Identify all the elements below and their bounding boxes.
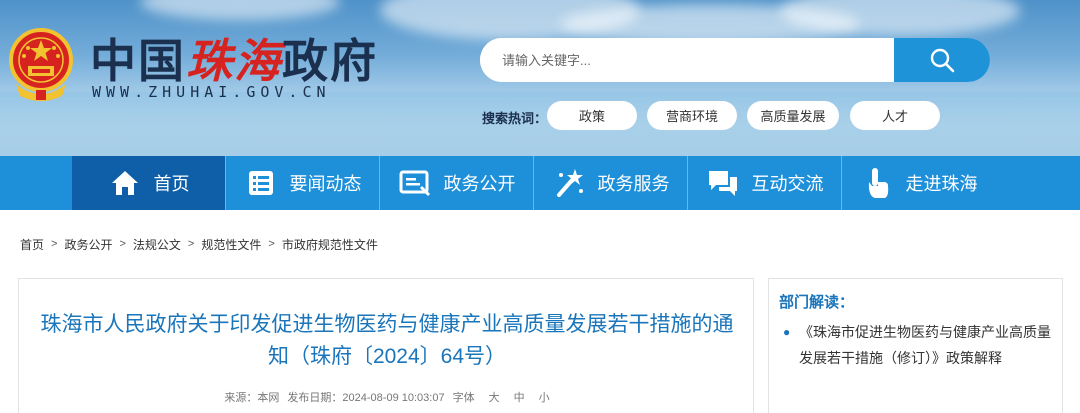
hot-word-tag[interactable]: 人才 bbox=[850, 101, 940, 130]
tap-hand-icon bbox=[860, 166, 894, 200]
article-meta: 来源：本网 发布日期：2024-08-09 10:03:07 字体 大 中 小 bbox=[19, 389, 755, 405]
search-button[interactable] bbox=[894, 38, 990, 82]
breadcrumb: 首页 > 政务公开 > 法规公文 > 规范性文件 > 市政府规范性文件 bbox=[20, 236, 378, 252]
news-list-icon bbox=[244, 166, 278, 200]
breadcrumb-link[interactable]: 市政府规范性文件 bbox=[282, 236, 378, 253]
article-date: 发布日期：2024-08-09 10:03:07 bbox=[287, 392, 445, 404]
site-url: WWW.ZHUHAI.GOV.CN bbox=[92, 83, 331, 101]
side-heading: 部门解读： bbox=[779, 294, 855, 311]
nav-item-news[interactable]: 要闻动态 bbox=[226, 156, 379, 210]
breadcrumb-link[interactable]: 首页 bbox=[20, 236, 44, 253]
nav-item-interaction[interactable]: 互动交流 bbox=[688, 156, 841, 210]
font-size-small-button[interactable]: 小 bbox=[539, 389, 550, 405]
national-emblem-icon bbox=[9, 28, 73, 101]
nav-item-label: 政务服务 bbox=[597, 174, 670, 194]
article-source: 来源：本网 bbox=[224, 392, 280, 404]
search-box bbox=[480, 38, 990, 82]
logo-text-part: 中国 bbox=[90, 34, 186, 88]
site-logo[interactable]: 中国 珠海 政府 bbox=[90, 30, 378, 88]
breadcrumb-separator: > bbox=[268, 238, 275, 250]
cloud-decoration bbox=[140, 0, 340, 20]
nav-item-services[interactable]: 政务服务 bbox=[534, 156, 687, 210]
hot-word-tag[interactable]: 政策 bbox=[547, 101, 637, 130]
article-title: 珠海市人民政府关于印发促进生物医药与健康产业高质量发展若干措施的通知（珠府〔20… bbox=[40, 313, 734, 368]
home-icon bbox=[108, 166, 142, 200]
font-size-medium-button[interactable]: 中 bbox=[514, 389, 525, 405]
breadcrumb-separator: > bbox=[119, 238, 126, 250]
interpretation-link[interactable]: ● 《珠海市促进生物医药与健康产业高质量发展若干措施（修订）》政策解释 bbox=[783, 319, 1051, 371]
search-input[interactable] bbox=[480, 38, 894, 82]
nav-item-explore-zhuhai[interactable]: 走进珠海 bbox=[842, 156, 995, 210]
interpretation-link-text: 《珠海市促进生物医药与健康产业高质量发展若干措施（修订）》政策解释 bbox=[799, 324, 1051, 366]
nav-item-home[interactable]: 首页 bbox=[72, 156, 225, 210]
bullet-icon: ● bbox=[783, 325, 791, 339]
nav-item-label: 互动交流 bbox=[751, 174, 824, 194]
site-header: 中国 珠海 政府 WWW.ZHUHAI.GOV.CN 搜索热词： 政策 营商环境… bbox=[0, 0, 1080, 156]
nav-item-label: 走进珠海 bbox=[905, 174, 978, 194]
logo-text-part: 政府 bbox=[282, 34, 378, 88]
chat-icon bbox=[706, 166, 740, 200]
nav-item-label: 要闻动态 bbox=[289, 174, 362, 194]
nav-item-public-affairs[interactable]: 政务公开 bbox=[380, 156, 533, 210]
breadcrumb-link[interactable]: 规范性文件 bbox=[201, 236, 261, 253]
font-size-large-button[interactable]: 大 bbox=[489, 389, 500, 405]
breadcrumb-link[interactable]: 政务公开 bbox=[64, 236, 112, 253]
hot-word-tag[interactable]: 营商环境 bbox=[647, 101, 737, 130]
breadcrumb-link[interactable]: 法规公文 bbox=[133, 236, 181, 253]
document-icon bbox=[398, 166, 432, 200]
logo-text-city: 珠海 bbox=[186, 34, 282, 88]
nav-item-label: 首页 bbox=[153, 174, 190, 194]
breadcrumb-separator: > bbox=[187, 238, 195, 250]
hot-word-tag[interactable]: 高质量发展 bbox=[747, 101, 839, 130]
main-navigation: 首页 要闻动态 政务公开 政务服务 互动交流 走进珠海 bbox=[0, 156, 1080, 210]
nav-item-label: 政务公开 bbox=[443, 174, 516, 194]
search-icon bbox=[930, 48, 955, 73]
font-size-label: 字体 bbox=[452, 392, 475, 404]
breadcrumb-separator: > bbox=[51, 238, 58, 250]
department-interpretation-panel: 部门解读： ● 《珠海市促进生物医药与健康产业高质量发展若干措施（修订）》政策解… bbox=[768, 278, 1063, 413]
hot-words-label: 搜索热词： bbox=[482, 111, 548, 126]
article-panel: 珠海市人民政府关于印发促进生物医药与健康产业高质量发展若干措施的通知（珠府〔20… bbox=[18, 278, 754, 413]
wand-icon bbox=[552, 166, 586, 200]
